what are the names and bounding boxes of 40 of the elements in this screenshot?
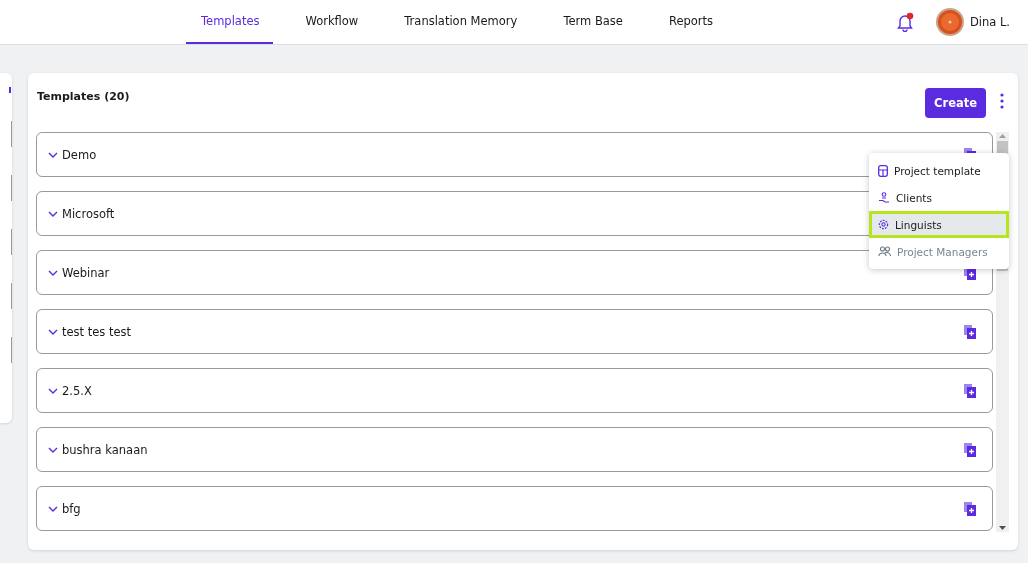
- template-name: test tes test: [62, 324, 132, 339]
- copy-add-icon[interactable]: [964, 442, 976, 457]
- copy-add-icon[interactable]: [964, 324, 976, 339]
- template-name: 2.5.X: [62, 383, 92, 398]
- chevron-down-icon[interactable]: [48, 328, 58, 335]
- notification-bell-icon[interactable]: [895, 12, 914, 32]
- nav-tab[interactable]: Term Base: [548, 0, 637, 44]
- user-name[interactable]: Dina L.: [969, 15, 1010, 29]
- accent-mark: [9, 87, 11, 93]
- avatar-icon[interactable]: [935, 8, 964, 36]
- chevron-down-icon[interactable]: [48, 505, 58, 512]
- chevron-down-icon[interactable]: [48, 210, 58, 217]
- card-title: Templates (20): [37, 90, 130, 103]
- chevron-down-icon[interactable]: [48, 269, 58, 276]
- create-button[interactable]: Create: [925, 88, 986, 118]
- template-row[interactable]: 2.5.X: [36, 368, 993, 413]
- template-name: bfg: [62, 501, 81, 516]
- chevron-down-icon[interactable]: [48, 387, 58, 394]
- more-options-icon[interactable]: [1000, 93, 1004, 109]
- nav-tab[interactable]: Translation Memory: [389, 0, 532, 44]
- template-name: Webinar: [62, 265, 110, 280]
- scroll-down-icon[interactable]: [999, 526, 1006, 530]
- template-icon: [878, 164, 888, 177]
- people-icon: [878, 246, 891, 257]
- template-row[interactable]: test tes test: [36, 309, 993, 354]
- nav-tab[interactable]: Reports: [653, 0, 728, 44]
- template-row[interactable]: bfg: [36, 486, 993, 531]
- gear-icon: [878, 219, 889, 230]
- hand-person-icon: [878, 191, 890, 204]
- nav-tab[interactable]: Workflow: [290, 0, 373, 44]
- template-name: bushra kanaan: [62, 442, 148, 457]
- template-name: Microsoft: [62, 206, 115, 221]
- copy-add-icon[interactable]: [964, 383, 976, 398]
- menu-item[interactable]: Linguists: [869, 211, 1009, 238]
- nav-tab[interactable]: Templates: [186, 0, 274, 44]
- chevron-down-icon[interactable]: [48, 151, 58, 158]
- copy-add-icon[interactable]: [964, 501, 976, 516]
- template-name: Demo: [62, 147, 97, 162]
- chevron-down-icon[interactable]: [48, 446, 58, 453]
- template-row[interactable]: bushra kanaan: [36, 427, 993, 472]
